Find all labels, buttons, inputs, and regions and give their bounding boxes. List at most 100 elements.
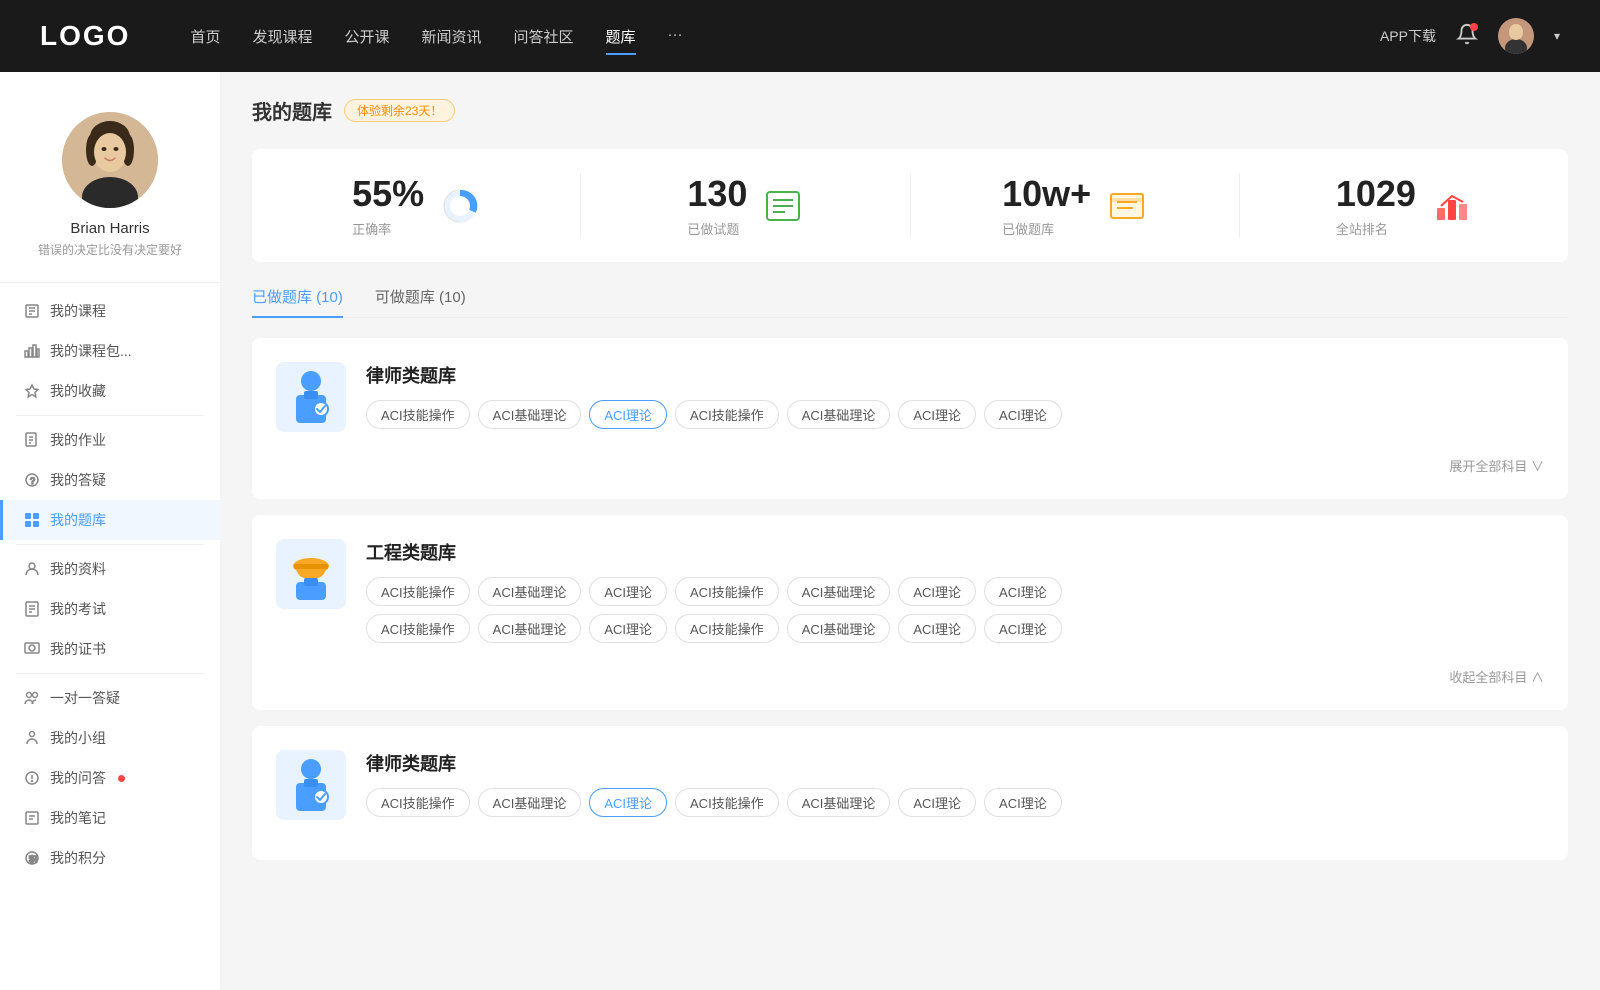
expand-btn-1[interactable]: 展开全部科目 ∨ [1449, 456, 1544, 475]
tag-1-5[interactable]: ACI基础理论 [787, 400, 891, 429]
stat-rank-value: 1029 全站排名 [1336, 173, 1416, 238]
nav-more[interactable]: ··· [668, 22, 683, 51]
sidebar-item-my-course[interactable]: 我的课程 [0, 291, 220, 331]
page-title: 我的题库 [252, 96, 332, 125]
sidebar-label-1on1: 一对一答疑 [50, 688, 120, 708]
nav-menu: 首页 发现课程 公开课 新闻资讯 问答社区 题库 ··· [190, 22, 1380, 51]
sidebar-item-group[interactable]: 我的小组 [0, 718, 220, 758]
svg-text:积: 积 [29, 854, 37, 864]
sidebar-avatar [62, 112, 158, 208]
tab-available-banks[interactable]: 可做题库 (10) [375, 286, 466, 317]
sidebar-label-exam: 我的考试 [50, 599, 106, 619]
sidebar-item-notes[interactable]: 我的笔记 [0, 798, 220, 838]
trial-badge: 体验剩余23天！ [344, 99, 455, 122]
tag-3-7[interactable]: ACI理论 [984, 788, 1062, 817]
stat-rank: 1029 全站排名 [1240, 173, 1568, 238]
qbank-card-engineer: 工程类题库 ACI技能操作 ACI基础理论 ACI理论 ACI技能操作 ACI基… [252, 515, 1568, 710]
tab-done-banks[interactable]: 已做题库 (10) [252, 286, 343, 317]
tag-2-2[interactable]: ACI基础理论 [478, 577, 582, 606]
sidebar-item-questions[interactable]: ? 我的答疑 [0, 460, 220, 500]
tag-1-1[interactable]: ACI技能操作 [366, 400, 470, 429]
accuracy-pie-icon [440, 186, 480, 226]
sidebar-label-questions: 我的答疑 [50, 470, 106, 490]
tag-1-7[interactable]: ACI理论 [984, 400, 1062, 429]
tag-2-8[interactable]: ACI技能操作 [366, 614, 470, 643]
sidebar-item-favorites[interactable]: 我的收藏 [0, 371, 220, 411]
sidebar-label-course-package: 我的课程包... [50, 341, 132, 361]
notification-bell[interactable] [1456, 23, 1478, 50]
nav-bank[interactable]: 题库 [606, 22, 636, 51]
sidebar-label-group: 我的小组 [50, 728, 106, 748]
tag-2-4[interactable]: ACI技能操作 [675, 577, 779, 606]
user-dropdown-arrow[interactable]: ▾ [1554, 29, 1560, 43]
qbank-title-1: 律师类题库 [366, 362, 1544, 388]
tag-3-4[interactable]: ACI技能操作 [675, 788, 779, 817]
nav-discover[interactable]: 发现课程 [252, 22, 312, 51]
stat-done-banks: 10w+ 已做题库 [911, 173, 1240, 238]
user-avatar[interactable] [1498, 18, 1534, 54]
nav-news[interactable]: 新闻资讯 [422, 22, 482, 51]
tag-2-10[interactable]: ACI理论 [589, 614, 667, 643]
sidebar-sep-2 [16, 544, 204, 545]
stat-number-rank: 1029 [1336, 173, 1416, 215]
sidebar-item-certificate[interactable]: 我的证书 [0, 629, 220, 669]
tag-2-5[interactable]: ACI基础理论 [787, 577, 891, 606]
qbank-title-3: 律师类题库 [366, 750, 1544, 776]
tag-1-3[interactable]: ACI理论 [589, 400, 667, 429]
tag-2-1[interactable]: ACI技能操作 [366, 577, 470, 606]
sidebar-item-profile[interactable]: 我的资料 [0, 549, 220, 589]
tag-2-7[interactable]: ACI理论 [984, 577, 1062, 606]
sidebar-item-points[interactable]: 积 我的积分 [0, 838, 220, 878]
sidebar-item-course-package[interactable]: 我的课程包... [0, 331, 220, 371]
nav-open-course[interactable]: 公开课 [344, 22, 389, 51]
tag-1-6[interactable]: ACI理论 [898, 400, 976, 429]
qbank-card-lawyer-2: 律师类题库 ACI技能操作 ACI基础理论 ACI理论 ACI技能操作 ACI基… [252, 726, 1568, 860]
qbank-tags-row2: ACI技能操作 ACI基础理论 ACI理论 ACI技能操作 ACI基础理论 AC… [366, 614, 1544, 643]
stat-accuracy: 55% 正确率 [252, 173, 581, 238]
sidebar-item-qbank[interactable]: 我的题库 [0, 500, 220, 540]
tag-3-1[interactable]: ACI技能操作 [366, 788, 470, 817]
qbank-title-2: 工程类题库 [366, 539, 1544, 565]
stat-label-accuracy: 正确率 [352, 219, 424, 238]
tag-2-9[interactable]: ACI基础理论 [478, 614, 582, 643]
sidebar-tagline: 错误的决定比没有决定要好 [38, 241, 182, 258]
tag-1-4[interactable]: ACI技能操作 [675, 400, 779, 429]
sidebar-item-homework[interactable]: 我的作业 [0, 420, 220, 460]
qbank-header-3: 律师类题库 ACI技能操作 ACI基础理论 ACI理论 ACI技能操作 ACI基… [276, 750, 1544, 820]
tag-2-13[interactable]: ACI理论 [898, 614, 976, 643]
tag-2-11[interactable]: ACI技能操作 [675, 614, 779, 643]
sidebar-label-points: 我的积分 [50, 848, 106, 868]
collapse-btn-2[interactable]: 收起全部科目 ∧ [1449, 667, 1544, 686]
logo[interactable]: LOGO [40, 20, 130, 52]
tag-3-2[interactable]: ACI基础理论 [478, 788, 582, 817]
qbank-icon-lawyer-2 [276, 750, 346, 820]
sidebar-item-exam[interactable]: 我的考试 [0, 589, 220, 629]
app-download-link[interactable]: APP下载 [1380, 26, 1436, 46]
tag-2-3[interactable]: ACI理论 [589, 577, 667, 606]
sidebar-item-1on1[interactable]: 一对一答疑 [0, 678, 220, 718]
tag-2-14[interactable]: ACI理论 [984, 614, 1062, 643]
tag-1-2[interactable]: ACI基础理论 [478, 400, 582, 429]
stat-done-questions: 130 已做试题 [581, 173, 910, 238]
nav-home[interactable]: 首页 [190, 22, 220, 51]
qbank-header-1: 律师类题库 ACI技能操作 ACI基础理论 ACI理论 ACI技能操作 ACI基… [276, 362, 1544, 432]
navbar-right: APP下载 ▾ [1380, 18, 1560, 54]
qbank-icon-lawyer-1 [276, 362, 346, 432]
lawyer-icon-2 [286, 755, 336, 815]
sidebar: Brian Harris 错误的决定比没有决定要好 我的课程 我的课程包... … [0, 72, 220, 990]
qbank-tags-row1: ACI技能操作 ACI基础理论 ACI理论 ACI技能操作 ACI基础理论 AC… [366, 577, 1544, 606]
tag-2-12[interactable]: ACI基础理论 [787, 614, 891, 643]
page-header: 我的题库 体验剩余23天！ [252, 96, 1568, 125]
qbank-footer-1: 展开全部科目 ∨ [276, 448, 1544, 475]
nav-qa[interactable]: 问答社区 [514, 22, 574, 51]
tag-3-6[interactable]: ACI理论 [898, 788, 976, 817]
tag-3-5[interactable]: ACI基础理论 [787, 788, 891, 817]
lawyer-icon-1 [286, 367, 336, 427]
tag-2-6[interactable]: ACI理论 [898, 577, 976, 606]
stats-card: 55% 正确率 130 已做试题 [252, 149, 1568, 262]
sidebar-label-certificate: 我的证书 [50, 639, 106, 659]
sidebar-user-name: Brian Harris [70, 220, 149, 237]
tag-3-3[interactable]: ACI理论 [589, 788, 667, 817]
sidebar-item-myqa[interactable]: 我的问答 [0, 758, 220, 798]
sidebar-label-profile: 我的资料 [50, 559, 106, 579]
